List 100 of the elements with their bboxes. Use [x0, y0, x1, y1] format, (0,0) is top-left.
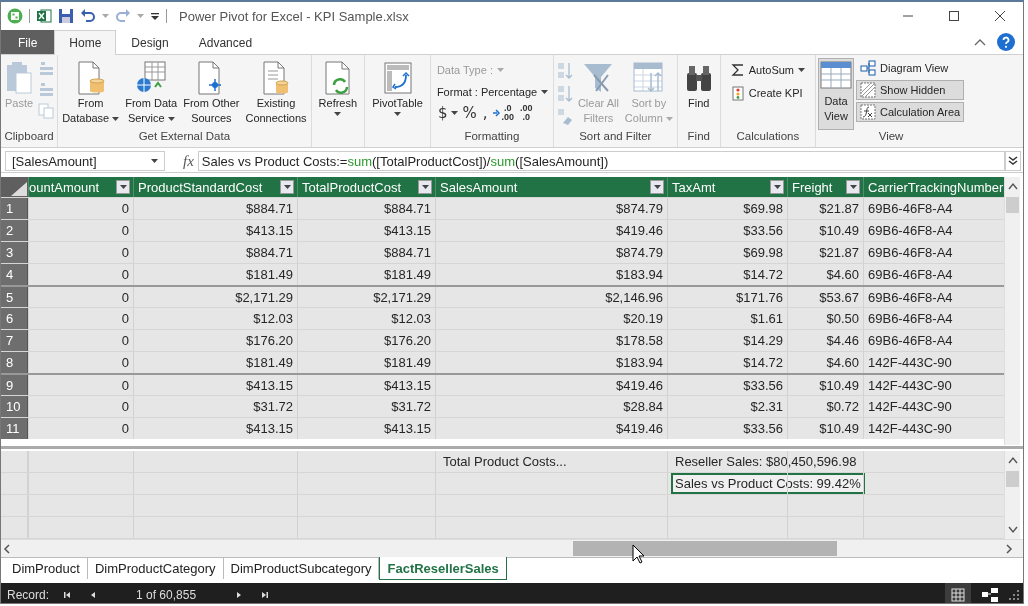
row-number[interactable]: 11 [1, 418, 28, 439]
row-number[interactable]: 2 [1, 220, 28, 241]
chevron-up-icon [974, 38, 986, 46]
column-header[interactable]: ProductStandardCost [138, 179, 263, 195]
row-number[interactable]: 7 [1, 330, 28, 351]
sheet-tab[interactable]: FactResellerSales [379, 557, 507, 580]
chevron-right-icon [1004, 543, 1014, 554]
row-number[interactable]: 1 [1, 198, 28, 219]
scroll-up-button[interactable] [1006, 455, 1019, 465]
chevron-up-icon [1007, 182, 1018, 190]
name-box[interactable]: [SalesAmount] [5, 151, 165, 171]
from-other-sources-button[interactable]: From Other Sources [181, 58, 242, 130]
filter-dropdown-button[interactable] [770, 180, 784, 194]
table-cell: $10.49 [787, 418, 863, 439]
format-dropdown[interactable]: Format : Percentage [432, 82, 551, 102]
document-database-icon [261, 61, 291, 95]
excel-icon[interactable] [36, 8, 52, 24]
scroll-up-button[interactable] [1006, 181, 1019, 191]
row-number[interactable]: 5 [1, 287, 28, 307]
formula-field[interactable]: Sales vs Product Costs:=sum([TotalProductCost])/sum([SalesAmount]) [197, 151, 1005, 171]
caret-icon [102, 14, 109, 18]
scrollbar-thumb[interactable] [573, 541, 837, 556]
measure-cell[interactable]: Reseller Sales: $80,450,596.98 [671, 451, 861, 472]
diagram-view-button[interactable]: Diagram View [856, 58, 965, 78]
autosum-button[interactable]: AutoSum [726, 60, 809, 80]
kpi-icon [730, 85, 745, 101]
column-header[interactable]: TotalProductCost [302, 179, 401, 195]
increase-decimal-button[interactable]: .0 .00 [491, 104, 516, 122]
scrollbar-thumb[interactable] [1006, 471, 1019, 487]
caret-icon [653, 185, 661, 189]
row-number[interactable]: 9 [1, 375, 28, 395]
caret-icon [665, 116, 673, 121]
currency-button[interactable]: $ [435, 104, 450, 122]
from-data-service-button[interactable]: From Data Service [123, 58, 180, 130]
undo-icon[interactable] [80, 8, 96, 24]
column-header[interactable]: CarrierTrackingNumber [868, 179, 1004, 195]
create-kpi-button[interactable]: Create KPI [726, 83, 809, 103]
select-all-corner[interactable] [1, 177, 28, 197]
column-header[interactable]: SalesAmount [440, 179, 518, 195]
caret-icon [496, 68, 504, 72]
eraser-icon [556, 107, 573, 127]
refresh-button[interactable]: Refresh [316, 58, 360, 130]
fx-label: fx [183, 152, 194, 170]
percent-button[interactable]: % [460, 104, 479, 122]
from-database-button[interactable]: From Database [60, 58, 122, 130]
sheet-tab[interactable]: DimProduct [5, 558, 88, 579]
ribbon-tab[interactable]: Home [54, 30, 117, 55]
table-cell: $413.15 [297, 418, 435, 439]
filter-dropdown-button[interactable] [650, 180, 664, 194]
double-chevron-icon [1008, 156, 1018, 166]
row-number[interactable]: 10 [1, 396, 28, 417]
ribbon-tab[interactable]: Design [116, 30, 184, 54]
customize-menu-icon[interactable] [150, 11, 160, 21]
first-record-icon [63, 591, 72, 599]
group-label: Calculations [735, 130, 801, 144]
ribbon-tab[interactable]: Advanced [183, 30, 268, 54]
filter-dropdown-button[interactable] [280, 180, 294, 194]
sheet-tab[interactable]: DimProductCategory [87, 558, 224, 579]
column-header[interactable]: Freight [792, 179, 833, 195]
resize-grip-icon [1009, 590, 1019, 600]
measure-cell[interactable]: Total Product Costs... [439, 451, 664, 472]
group-label: Sort and Filter [578, 130, 653, 144]
sort-ascending-icon [556, 61, 573, 81]
row-number[interactable]: 6 [1, 308, 28, 329]
measure-cell[interactable]: Sales vs Product Costs: 99.42% [671, 473, 865, 494]
existing-connections-button[interactable]: Existing Connections [243, 58, 309, 130]
scroll-left-button[interactable] [1, 542, 13, 555]
find-button[interactable]: Find [682, 58, 715, 130]
filter-dropdown-button[interactable] [418, 180, 432, 194]
save-icon[interactable] [58, 8, 74, 24]
chevron-up-icon [1007, 456, 1018, 464]
calculation-area-button[interactable]: Calculation Area [856, 102, 965, 122]
help-icon[interactable] [997, 33, 1015, 51]
pivottable-button[interactable]: PivotTable [370, 58, 425, 130]
collapse-ribbon-button[interactable] [973, 37, 987, 47]
table-cell: $413.15 [133, 418, 297, 439]
show-hidden-button[interactable]: Show Hidden [856, 80, 965, 100]
group-label: Get External Data [137, 130, 232, 144]
data-view-button[interactable]: Data View [818, 58, 854, 130]
scroll-right-button[interactable] [1003, 542, 1015, 555]
caret-icon [112, 116, 120, 121]
group-label: Formatting [463, 130, 521, 144]
decrease-decimal-button[interactable]: .00 .0 [518, 104, 535, 122]
ribbon-tab[interactable]: File [1, 30, 55, 54]
filter-dropdown-button[interactable] [116, 180, 130, 194]
row-number[interactable]: 3 [1, 242, 28, 263]
scroll-down-button[interactable] [1006, 525, 1019, 535]
filter-dropdown-button[interactable] [846, 180, 860, 194]
column-header[interactable]: ountAmount [29, 179, 100, 195]
row-number[interactable]: 8 [1, 352, 28, 373]
comma-button[interactable]: , [480, 104, 490, 122]
column-header[interactable]: TaxAmt [672, 179, 716, 195]
record-label: Record: [7, 588, 50, 602]
expand-formula-button[interactable] [1005, 151, 1021, 171]
app-logo-icon [7, 8, 23, 24]
row-number[interactable]: 4 [1, 264, 28, 285]
scrollbar-thumb[interactable] [1006, 197, 1019, 213]
grid-view-button[interactable] [945, 583, 971, 603]
group-label: Clipboard [3, 130, 55, 144]
pivot-table-icon [382, 61, 413, 95]
